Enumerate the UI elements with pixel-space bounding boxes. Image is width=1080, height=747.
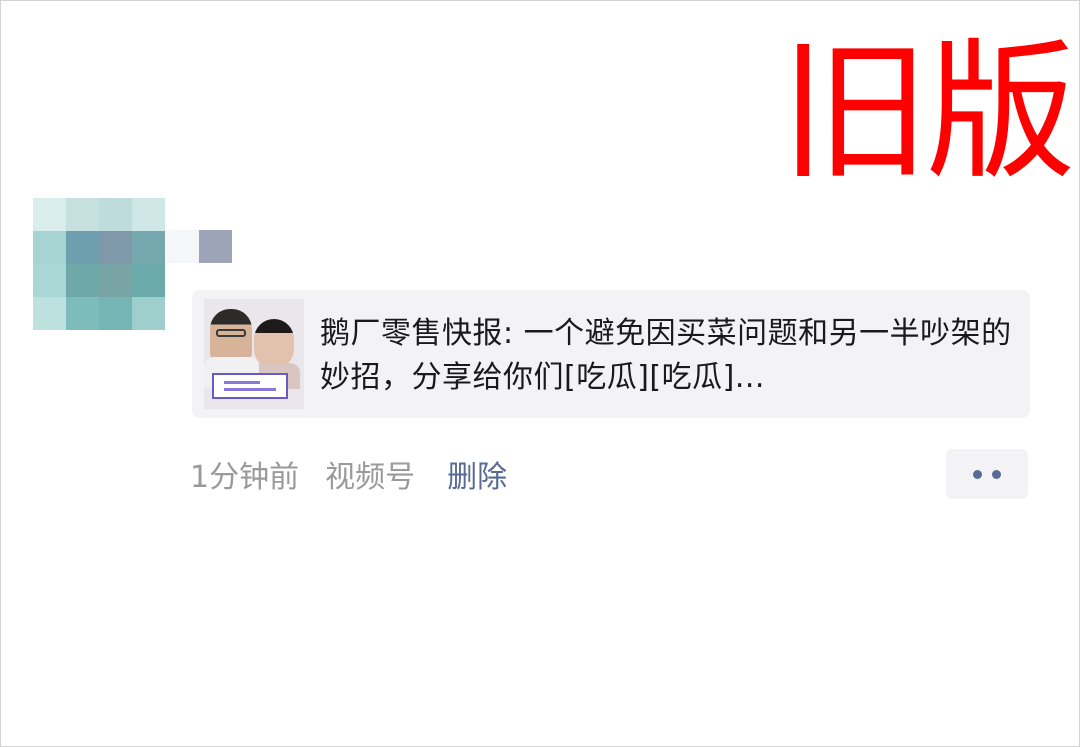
shared-video-card[interactable]: 鹅厂零售快报: 一个避免因买菜问题和另一半吵架的妙招，分享给你们[吃瓜][吃瓜]… [192, 290, 1030, 418]
dot [992, 469, 1001, 479]
pixelated-nickname[interactable] [166, 230, 232, 263]
dot [973, 469, 982, 479]
post-time: 1分钟前 [190, 460, 300, 495]
delete-link[interactable]: 删除 [447, 452, 507, 496]
post-source: 视频号 [325, 460, 416, 495]
card-title: 鹅厂零售快报: 一个避免因买菜问题和另一半吵架的妙招，分享给你们[吃瓜][吃瓜]… [320, 316, 1012, 395]
more-dots-icon[interactable] [946, 449, 1028, 499]
post-meta: 1分钟前 视频号 删除 [190, 452, 507, 496]
version-annotation-label: 旧版 [780, 26, 1076, 200]
video-thumbnail-icon [204, 299, 304, 409]
pixelated-avatar-icon[interactable] [33, 198, 165, 330]
